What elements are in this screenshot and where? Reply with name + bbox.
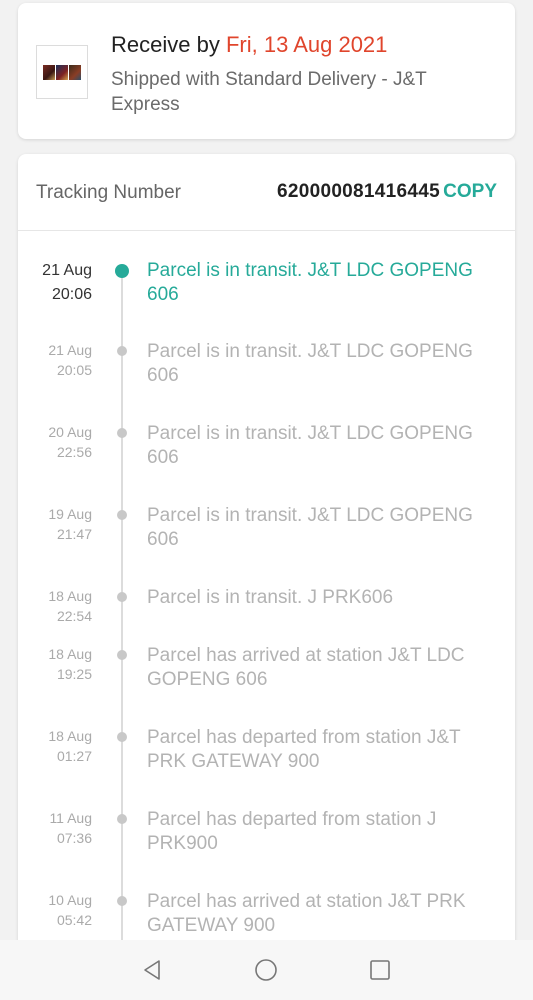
event-timestamp: 10 Aug 05:42 [48, 892, 92, 928]
timeline-dot [117, 592, 127, 602]
event-description: Parcel is in transit. J&T LDC GOPENG 606 [147, 505, 473, 550]
timeline-dot [117, 650, 127, 660]
event-timestamp: 18 Aug 22:54 [48, 588, 92, 624]
system-navigation-bar [0, 940, 533, 1000]
delivery-summary-card: Receive by Fri, 13 Aug 2021 Shipped with… [18, 3, 515, 139]
book-cover-image [69, 64, 81, 80]
receive-by-label: Receive by [111, 32, 226, 57]
event-description: Parcel has arrived at station J&T PRK GA… [147, 891, 466, 936]
book-cover-image [56, 64, 68, 80]
event-timestamp: 19 Aug 21:47 [48, 506, 92, 542]
timeline-dot [117, 732, 127, 742]
event-description: Parcel is in transit. J&T LDC GOPENG 606 [147, 423, 473, 468]
event-description: Parcel is in transit. J PRK606 [147, 587, 394, 608]
event-timestamp: 21 Aug 20:05 [48, 342, 92, 378]
tracking-number-value: 620000081416445 [276, 181, 440, 202]
event-description: Parcel has departed from station J&T PRK… [147, 727, 461, 772]
timeline-dot [117, 428, 127, 438]
shipping-method-text: Shipped with Standard Delivery - J&T Exp… [111, 69, 427, 115]
event-timestamp: 11 Aug 07:36 [49, 810, 92, 846]
back-icon[interactable] [140, 958, 164, 982]
event-description: Parcel has departed from station J PRK90… [147, 809, 437, 854]
event-timestamp: 20 Aug 22:56 [48, 424, 92, 460]
receive-by-date: Fri, 13 Aug 2021 [225, 32, 388, 57]
receive-by-text: Receive by Fri, 13 Aug 2021 [111, 32, 387, 58]
timeline-dot [117, 346, 127, 356]
timeline-dot [117, 896, 127, 906]
product-thumbnail[interactable] [36, 45, 88, 99]
timeline-dot [117, 510, 127, 520]
event-description: Parcel has arrived at station J&T LDC GO… [147, 645, 465, 690]
divider [18, 230, 515, 231]
copy-button[interactable]: COPY [443, 181, 497, 203]
book-cover-image [43, 64, 55, 80]
tracking-card: Tracking Number 620000081416445 COPY 21 … [18, 154, 515, 1000]
tracking-number-label: Tracking Number [36, 182, 182, 203]
event-timestamp: 21 Aug 20:06 [42, 262, 92, 303]
event-timestamp: 18 Aug 01:27 [48, 728, 92, 764]
event-description: Parcel is in transit. J&T LDC GOPENG 606 [147, 260, 473, 305]
event-description: Parcel is in transit. J&T LDC GOPENG 606 [147, 341, 473, 386]
timeline-dot [117, 814, 127, 824]
event-timestamp: 18 Aug 19:25 [48, 646, 92, 682]
recent-apps-icon[interactable] [368, 958, 392, 982]
timeline-line [121, 266, 123, 1000]
timeline-dot-active [115, 264, 129, 278]
home-icon[interactable] [254, 958, 278, 982]
